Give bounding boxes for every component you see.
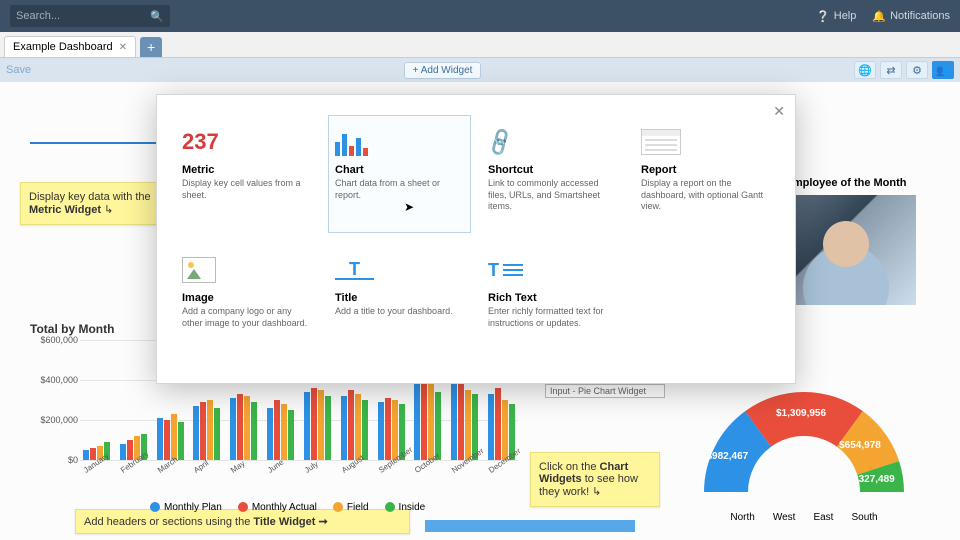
image-icon (182, 257, 216, 283)
donut-chart-legend: NorthWestEastSouth (664, 512, 944, 523)
search-input[interactable] (16, 10, 146, 22)
search-icon[interactable]: 🔍 (150, 10, 164, 23)
link-icon: 🔗 (483, 125, 517, 159)
tab-strip: Example Dashboard ✕ + (0, 32, 960, 58)
help-icon: ❔ (816, 10, 830, 23)
users-icon[interactable]: 👥 (932, 61, 954, 79)
tab-label: Example Dashboard (13, 41, 113, 53)
dashboard-toolbar: Save + Add Widget 🌐 ⇄ ⚙ 👥 (0, 58, 960, 82)
pie-chart-widget-placeholder[interactable]: Input - Pie Chart Widget (545, 384, 665, 398)
widget-option-chart[interactable]: Chart Chart data from a sheet or report. (328, 115, 471, 233)
bar-chart-title: Total by Month (30, 322, 114, 336)
donut-chart[interactable]: $982,467$1,309,956$654,978$327,489 North… (664, 382, 944, 522)
globe-icon[interactable]: 🌐 (854, 61, 876, 79)
bell-icon: 🔔 (872, 10, 886, 23)
help-link[interactable]: ❔Help (816, 10, 856, 23)
notifications-link[interactable]: 🔔Notifications (872, 10, 950, 23)
title-icon: T (335, 260, 374, 280)
employee-photo (776, 195, 916, 305)
sticky-note-chart-hint: Click on the Chart Widgets to see how th… (530, 452, 660, 507)
add-widget-modal: ✕ 237 Metric Display key cell values fro… (156, 94, 796, 384)
widget-option-title[interactable]: T Title Add a title to your dashboard. (328, 243, 471, 361)
widget-option-shortcut[interactable]: 🔗 Shortcut Link to commonly accessed fil… (481, 115, 624, 233)
widget-option-rich-text[interactable]: T Rich Text Enter richly formatted text … (481, 243, 624, 361)
add-tab-button[interactable]: + (140, 37, 162, 57)
mouse-cursor: ➤ (404, 200, 414, 214)
metric-sample-number: 237 (182, 129, 219, 155)
modal-close-button[interactable]: ✕ (773, 103, 785, 120)
tab-example-dashboard[interactable]: Example Dashboard ✕ (4, 36, 136, 57)
search-box[interactable]: 🔍 (10, 5, 170, 27)
widget-option-image[interactable]: Image Add a company logo or any other im… (175, 243, 318, 361)
gear-icon[interactable]: ⚙ (906, 61, 928, 79)
widget-option-report[interactable]: Report Display a report on the dashboard… (634, 115, 777, 233)
employee-of-the-month-widget[interactable]: Employee of the Month (776, 177, 916, 305)
save-button[interactable]: Save (6, 64, 31, 76)
share-icon[interactable]: ⇄ (880, 61, 902, 79)
employee-of-the-month-title: Employee of the Month (776, 177, 916, 189)
rich-text-icon: T (488, 260, 523, 281)
dashboard-canvas: Display key data with the Metric Widget … (0, 82, 960, 540)
bar-chart-legend: Monthly PlanMonthly ActualFieldInside (150, 502, 425, 513)
add-widget-button[interactable]: + Add Widget (404, 62, 482, 79)
footer-accent-bar (425, 520, 635, 532)
widget-option-metric[interactable]: 237 Metric Display key cell values from … (175, 115, 318, 233)
close-icon[interactable]: ✕ (119, 42, 127, 53)
chart-icon (335, 128, 368, 156)
report-icon (641, 129, 681, 155)
top-bar: 🔍 ❔Help 🔔Notifications (0, 0, 960, 32)
